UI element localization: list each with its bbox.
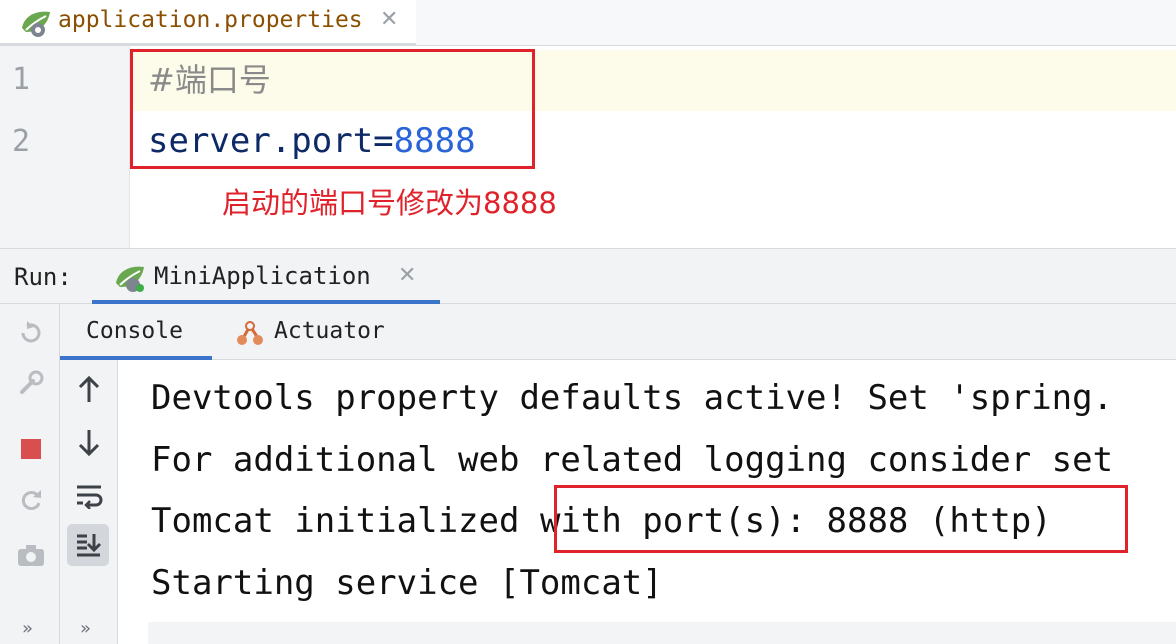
close-icon[interactable]: ✕: [380, 6, 398, 34]
annotation-text: 启动的端口号修改为8888: [222, 186, 557, 220]
run-toolbar: [0, 304, 60, 644]
restart-icon[interactable]: [14, 484, 48, 518]
arrow-up-icon[interactable]: [70, 370, 108, 408]
run-label: Run:: [14, 263, 72, 291]
console-line: Devtools property defaults active! Set '…: [151, 378, 1114, 418]
line-number-1: 1: [12, 62, 31, 97]
console-line-text: Tomcat initialized: [151, 501, 540, 541]
actuator-icon: [234, 318, 266, 348]
editor-tab-application-properties[interactable]: application.properties ✕: [0, 0, 416, 46]
arrow-down-icon[interactable]: [70, 424, 108, 462]
run-subtabs: [60, 304, 1176, 360]
editor-tab-label: application.properties: [58, 7, 363, 33]
tab-actuator-label: Actuator: [274, 318, 385, 344]
scroll-to-end-icon[interactable]: [67, 524, 109, 566]
camera-icon[interactable]: [14, 538, 48, 572]
rerun-icon[interactable]: [14, 316, 48, 350]
spring-boot-app-icon: [114, 263, 146, 293]
tab-console-label: Console: [86, 318, 183, 344]
port-highlight-box: [554, 485, 1128, 553]
close-icon[interactable]: ✕: [398, 262, 416, 290]
more-actions-icon[interactable]: »: [22, 618, 33, 639]
soft-wrap-icon[interactable]: [70, 476, 108, 514]
stop-icon[interactable]: [14, 432, 48, 466]
line-number-2: 2: [12, 124, 31, 159]
spring-config-icon: [20, 8, 52, 38]
more-actions-icon[interactable]: »: [80, 618, 91, 639]
code-highlight-box: [130, 49, 535, 169]
console-scrollbar-area: [148, 622, 1176, 644]
console-line: Starting service [Tomcat]: [151, 563, 663, 603]
run-tab-miniapplication[interactable]: MiniApplication ✕: [92, 256, 440, 304]
tab-console[interactable]: Console: [60, 304, 212, 360]
console-line: For additional web related logging consi…: [151, 440, 1114, 480]
run-tab-label: MiniApplication: [154, 262, 371, 290]
tab-actuator[interactable]: Actuator: [232, 304, 422, 360]
wrench-icon[interactable]: [14, 366, 48, 400]
